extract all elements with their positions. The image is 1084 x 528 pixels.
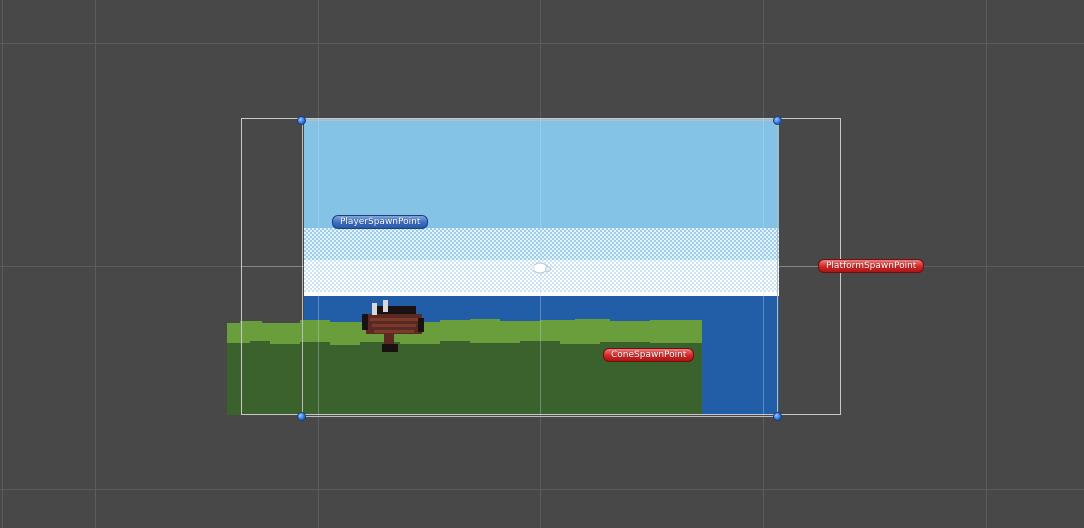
cone-spawn-point-gizmo[interactable]: ConeSpawnPoint [603,348,695,362]
sky [304,118,779,228]
horizon-line [304,292,779,296]
rect-handle-bottom-left[interactable] [297,412,306,421]
scene-viewport[interactable]: PlayerSpawnPoint PlatformSpawnPoint Cone… [0,0,1084,528]
platform-spawn-point-gizmo[interactable]: PlatformSpawnPoint [818,259,925,273]
cloud-band [304,228,779,260]
rect-handle-bottom-right[interactable] [773,412,782,421]
rect-handle-top-right[interactable] [773,116,782,125]
player-spawn-point-gizmo[interactable]: PlayerSpawnPoint [332,215,429,229]
rect-handle-top-left[interactable] [297,116,306,125]
